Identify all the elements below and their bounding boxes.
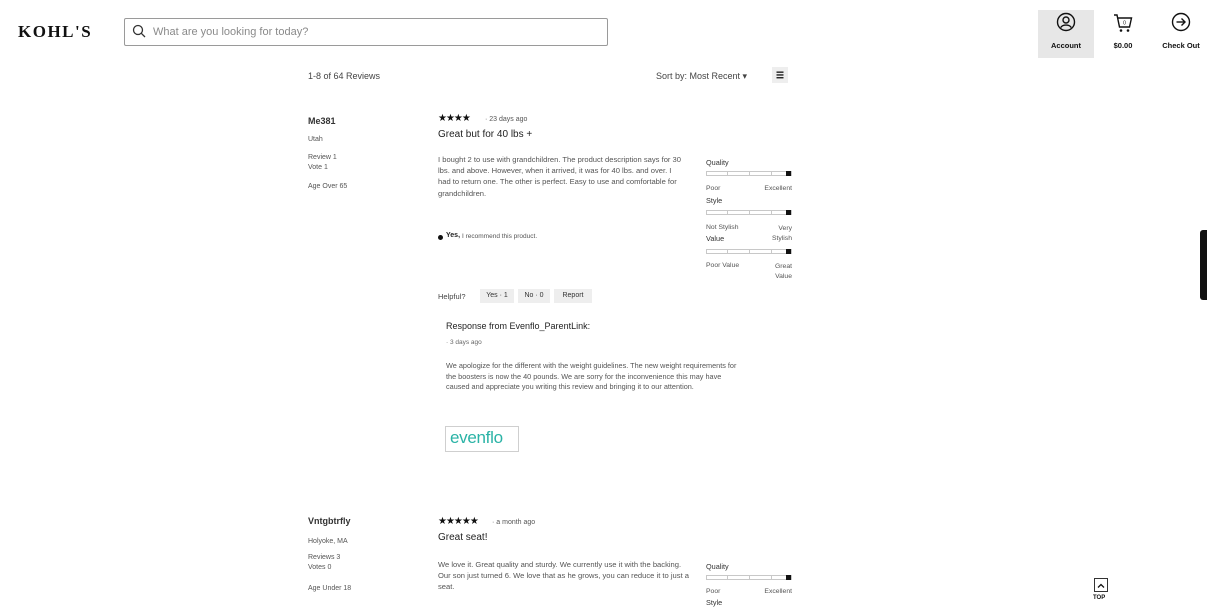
account-icon — [1056, 12, 1076, 32]
review-author[interactable]: Me381 — [308, 116, 336, 126]
response-text: We apologize for the different with the … — [446, 361, 737, 391]
kohls-logo[interactable]: KOHL'S — [18, 22, 92, 42]
review-count: 1-8 of 64 Reviews — [308, 71, 381, 81]
evenflo-logo-text: evenflo — [450, 428, 503, 447]
search-box[interactable] — [124, 18, 608, 46]
account-label: Account — [1051, 41, 1081, 50]
menu-icon — [776, 71, 784, 79]
response-date: · 3 days ago — [446, 339, 482, 346]
author-review-count: Reviews 3 — [308, 554, 341, 561]
author-age: Age Under 18 — [308, 585, 352, 592]
helpful-label: Helpful? — [438, 292, 466, 301]
rating-low-quality: Poor — [706, 588, 721, 595]
author-age: Age Over 65 — [308, 183, 348, 190]
recommend-yes: Yes, — [446, 232, 461, 239]
search-input[interactable] — [153, 23, 593, 41]
rating-label-style: Style — [706, 196, 723, 205]
review-location: Utah — [308, 136, 323, 143]
star-rating: ★★★★★ — [438, 516, 479, 527]
chevron-up-icon — [1097, 583, 1105, 588]
rating-label-quality: Quality — [706, 158, 729, 167]
back-to-top-button[interactable] — [1094, 578, 1108, 592]
recommend-check-icon — [438, 235, 443, 240]
evenflo-logo: evenflo — [445, 426, 519, 452]
rating-high-value: Great Value — [775, 263, 792, 280]
rating-low-value: Poor Value — [706, 262, 740, 269]
helpful-no-button[interactable]: No · 0 — [518, 289, 550, 303]
star-rating: ★★★★ — [438, 113, 471, 124]
review-title: Great seat! — [438, 532, 488, 543]
rating-high-quality: Excellent — [764, 185, 792, 192]
report-button[interactable]: Report — [554, 289, 592, 303]
author-vote-count: Votes 0 — [308, 564, 332, 571]
checkout-button[interactable]: Check Out — [1153, 10, 1207, 58]
arrow-right-circle-icon — [1171, 12, 1191, 32]
review-text: I bought 2 to use with grandchildren. Th… — [438, 155, 682, 198]
author-review-count: Review 1 — [308, 154, 337, 161]
rating-high-quality: Excellent — [764, 588, 792, 595]
checkout-label: Check Out — [1162, 41, 1200, 50]
search-icon[interactable] — [132, 24, 146, 43]
helpful-buttons: Yes · 1 No · 0 Report — [480, 289, 630, 303]
rating-marker — [786, 210, 791, 215]
rating-bar-quality — [706, 575, 792, 580]
response-title: Response from Evenflo_ParentLink: — [446, 321, 591, 331]
cart-total: $0.00 — [1113, 41, 1133, 50]
site-header: KOHL'S Account 0 $0.00 Check Out — [0, 0, 1207, 60]
recommend-text: I recommend this product. — [462, 233, 538, 240]
author-vote-count: Vote 1 — [308, 164, 328, 171]
rating-high-style: Very Stylish — [771, 225, 792, 242]
rating-label-quality: Quality — [706, 562, 729, 571]
rating-marker — [786, 575, 791, 580]
helpful-yes-button[interactable]: Yes · 1 — [480, 289, 514, 303]
cart-button[interactable]: 0 $0.00 — [1095, 10, 1151, 58]
review-date: · 23 days ago — [485, 116, 528, 123]
rating-label-value: Value — [706, 234, 725, 243]
rating-bar-quality — [706, 171, 792, 176]
sort-dropdown[interactable]: Sort by: Most Recent ▾ — [656, 71, 747, 82]
review-date: · a month ago — [492, 519, 536, 526]
rating-bar-value — [706, 249, 792, 254]
top-label: TOP — [1093, 595, 1106, 601]
cart-icon: 0 — [1114, 14, 1133, 32]
review-text: We love it. Great quality and sturdy. We… — [438, 560, 690, 592]
review-title: Great but for 40 lbs + — [438, 129, 533, 140]
filter-menu-button[interactable] — [772, 67, 788, 83]
rating-bar-style — [706, 210, 792, 215]
feedback-side-tab[interactable] — [1200, 230, 1207, 300]
rating-low-quality: Poor — [706, 185, 721, 192]
cart-count: 0 — [1123, 21, 1126, 27]
rating-marker — [786, 171, 791, 176]
review-author[interactable]: Vntgbtrfly — [308, 516, 351, 526]
account-button[interactable]: Account — [1038, 10, 1094, 58]
rating-low-style: Not Stylish — [706, 224, 739, 231]
rating-marker — [786, 249, 791, 254]
review-location: Holyoke, MA — [308, 538, 348, 545]
